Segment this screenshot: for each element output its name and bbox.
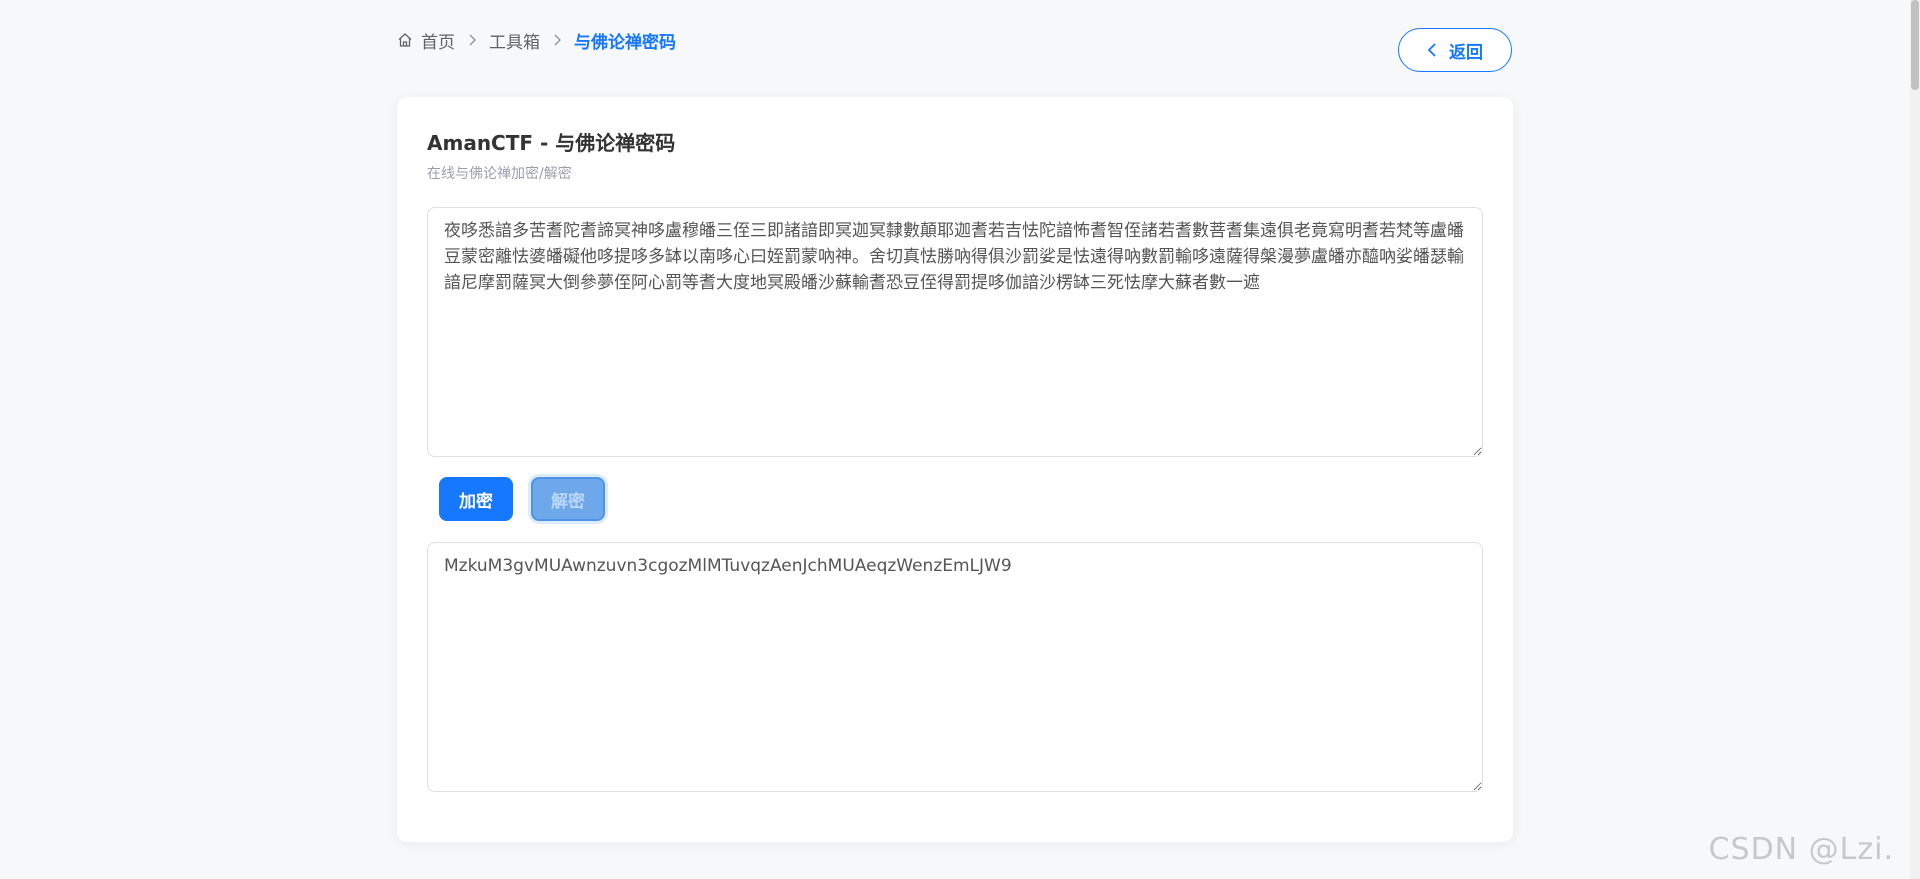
chevron-right-icon (469, 34, 476, 46)
back-button-label: 返回 (1449, 42, 1483, 62)
scrollbar-thumb[interactable] (1911, 0, 1919, 90)
result-output[interactable] (427, 542, 1483, 792)
home-icon (398, 33, 412, 47)
action-bar: 加密 解密 (439, 477, 605, 521)
encrypt-button[interactable]: 加密 (439, 477, 513, 521)
breadcrumb-home[interactable]: 首页 (397, 28, 455, 53)
breadcrumb-home-label: 首页 (421, 32, 455, 53)
breadcrumb: 首页 工具箱 与佛论禅密码 (397, 28, 676, 53)
chevron-right-icon (554, 34, 561, 46)
page: 首页 工具箱 与佛论禅密码 返回 AmanCTF - 与佛论禅密码 在线与佛论禅… (0, 0, 1920, 879)
page-subtitle: 在线与佛论禅加密/解密 (427, 166, 572, 182)
watermark: CSDN @Lzi. (1708, 832, 1894, 867)
cipher-card: AmanCTF - 与佛论禅密码 在线与佛论禅加密/解密 加密 解密 (397, 97, 1513, 842)
chevron-left-icon (1427, 43, 1436, 57)
page-scrollbar[interactable] (1910, 0, 1920, 879)
breadcrumb-current: 与佛论禅密码 (574, 32, 676, 53)
page-title: AmanCTF - 与佛论禅密码 (427, 131, 676, 155)
breadcrumb-toolbox[interactable]: 工具箱 (489, 28, 540, 53)
breadcrumb-toolbox-label: 工具箱 (489, 32, 540, 53)
back-button[interactable]: 返回 (1398, 28, 1512, 72)
cipher-input[interactable] (427, 207, 1483, 457)
decrypt-button[interactable]: 解密 (531, 477, 605, 521)
